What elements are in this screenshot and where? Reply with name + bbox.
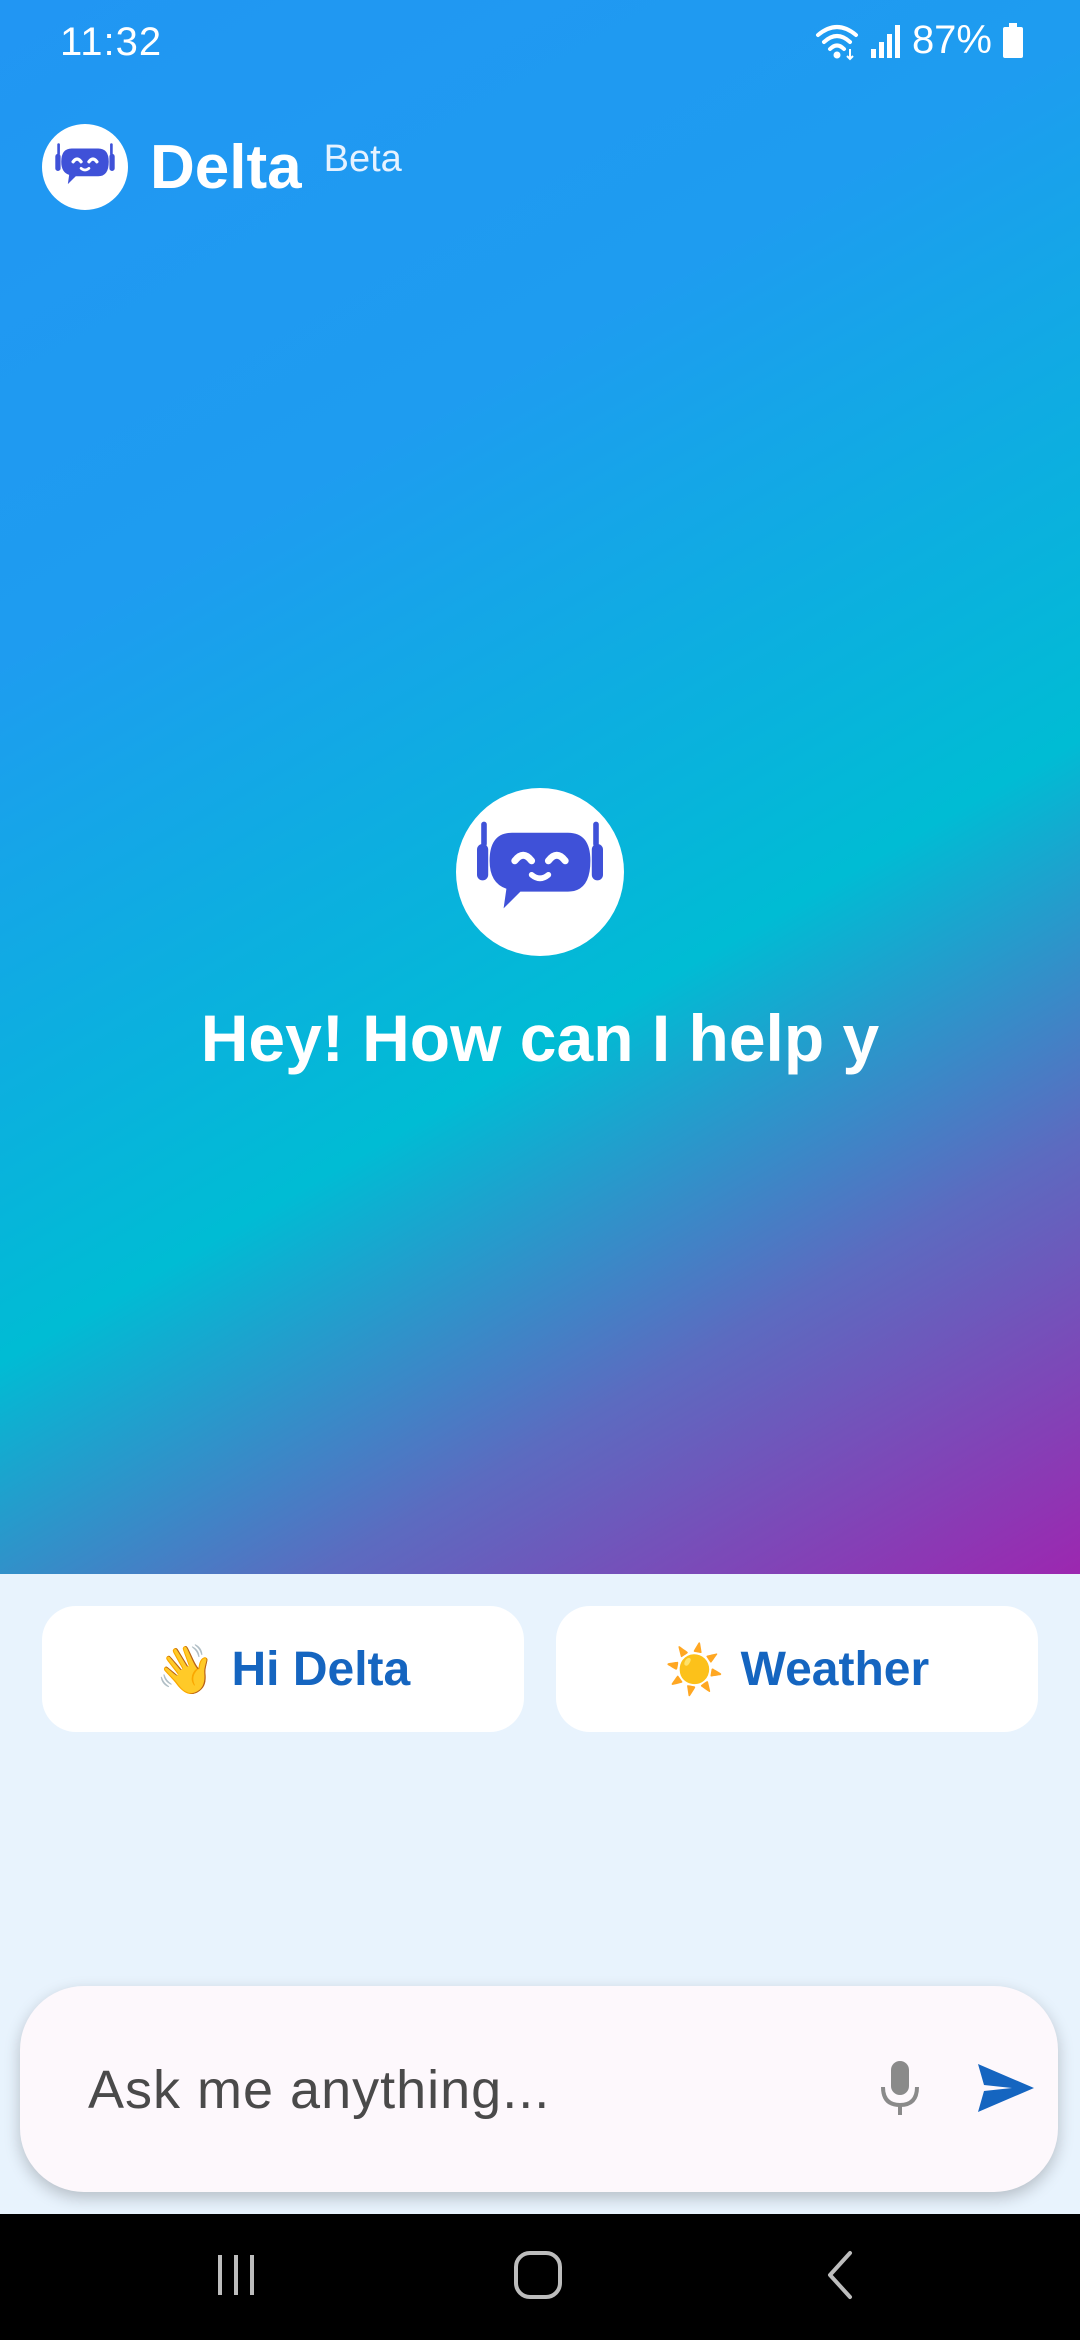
wifi-icon (814, 21, 860, 61)
home-button[interactable] (478, 2234, 598, 2320)
sun-icon: ☀️ (664, 1641, 725, 1698)
battery-percentage: 87% (911, 18, 992, 62)
send-icon (976, 2062, 1036, 2119)
status-time: 11:32 (60, 20, 163, 64)
hero-background (0, 0, 1080, 1574)
microphone-icon (879, 2059, 921, 2122)
app-screen: 11:32 87% Delta Beta Hey! How can I help… (0, 0, 1080, 2340)
signal-icon (870, 23, 902, 59)
greeting-text: Hey! How can I help y (200, 1001, 880, 1075)
back-icon (824, 2249, 856, 2306)
battery-icon (1002, 22, 1024, 59)
recents-button[interactable] (176, 2234, 296, 2320)
app-title: Delta (150, 132, 302, 202)
mic-button[interactable] (856, 2046, 944, 2134)
suggestion-chip-hi-delta[interactable]: 👋 Hi Delta (42, 1606, 524, 1732)
suggestion-label: Weather (740, 1642, 930, 1696)
recents-icon (214, 2253, 258, 2302)
send-button[interactable] (960, 2044, 1052, 2136)
suggestion-chip-weather[interactable]: ☀️ Weather (556, 1606, 1038, 1732)
system-nav-bar (0, 2214, 1080, 2340)
message-input[interactable] (86, 2044, 810, 2136)
robot-chat-icon (456, 788, 624, 956)
suggestion-label: Hi Delta (231, 1642, 411, 1696)
waving-hand-icon: 👋 (155, 1641, 216, 1698)
status-bar: 11:32 87% (0, 0, 1080, 84)
robot-chat-icon (42, 124, 128, 210)
message-composer (20, 1986, 1058, 2192)
app-header: Delta Beta (42, 124, 402, 210)
home-icon (512, 2249, 564, 2306)
status-indicators: 87% (814, 18, 1024, 63)
beta-badge: Beta (323, 137, 402, 180)
back-button[interactable] (780, 2234, 900, 2320)
